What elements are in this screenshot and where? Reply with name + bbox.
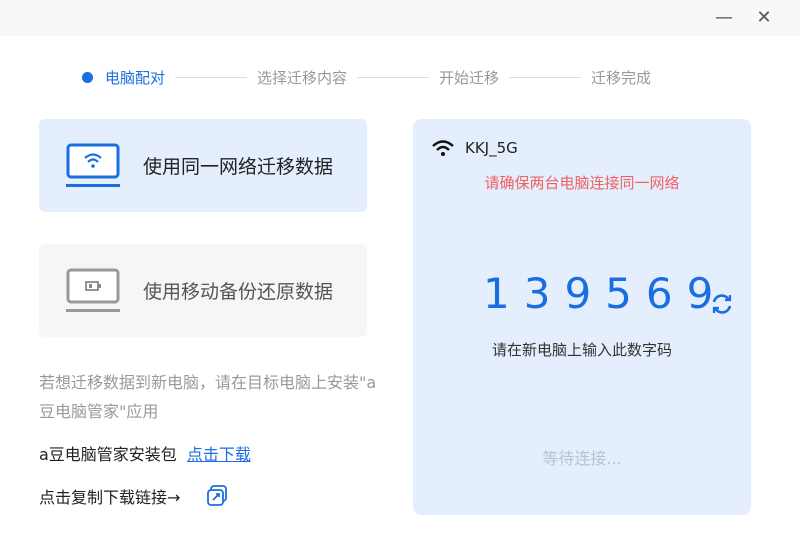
close-button[interactable]: ✕ bbox=[752, 6, 776, 30]
option-mobile-backup[interactable]: 使用移动备份还原数据 bbox=[39, 244, 367, 337]
copy-link-icon[interactable] bbox=[206, 485, 228, 507]
refresh-icon[interactable] bbox=[710, 292, 734, 316]
copy-link-row: 点击复制下载链接→ bbox=[39, 484, 228, 508]
title-bar: — ✕ bbox=[0, 0, 800, 36]
copy-link-label: 点击复制下载链接→ bbox=[39, 488, 181, 507]
code-hint: 请在新电脑上输入此数字码 bbox=[491, 341, 672, 359]
step-divider bbox=[175, 76, 248, 78]
option-label: 使用移动备份还原数据 bbox=[143, 281, 334, 303]
network-info: KKJ_5G bbox=[431, 139, 518, 157]
minimize-button[interactable]: — bbox=[712, 6, 736, 30]
step-divider bbox=[509, 76, 582, 78]
step-divider bbox=[357, 76, 430, 78]
pairing-panel: KKJ_5G 请确保两台电脑连接同一网络 139569 请在新电脑上输入此数字码… bbox=[413, 119, 751, 515]
download-link[interactable]: 点击下载 bbox=[187, 445, 251, 464]
laptop-battery-icon bbox=[66, 268, 120, 312]
wifi-icon bbox=[432, 140, 454, 156]
connection-status: 等待连接... bbox=[542, 449, 622, 468]
active-step-dot bbox=[82, 71, 93, 83]
option-label: 使用同一网络迁移数据 bbox=[143, 156, 334, 178]
laptop-wifi-icon bbox=[66, 143, 120, 187]
option-same-network[interactable]: 使用同一网络迁移数据 bbox=[39, 119, 367, 212]
package-label: a豆电脑管家安装包 bbox=[39, 445, 177, 464]
pairing-code: 139569 bbox=[483, 269, 728, 318]
step-start-migration: 开始迁移 bbox=[439, 68, 500, 87]
step-select-content: 选择迁移内容 bbox=[257, 68, 348, 87]
stepper: 电脑配对 选择迁移内容 开始迁移 迁移完成 bbox=[82, 66, 651, 88]
step-pairing: 电脑配对 bbox=[105, 68, 166, 87]
step-complete: 迁移完成 bbox=[591, 68, 652, 87]
install-hint: 若想迁移数据到新电脑，请在目标电脑上安装"a豆电脑管家"应用 bbox=[39, 373, 377, 421]
network-warning: 请确保两台电脑连接同一网络 bbox=[484, 174, 680, 192]
network-name: KKJ_5G bbox=[465, 139, 518, 157]
install-package-row: a豆电脑管家安装包 点击下载 bbox=[39, 441, 251, 465]
